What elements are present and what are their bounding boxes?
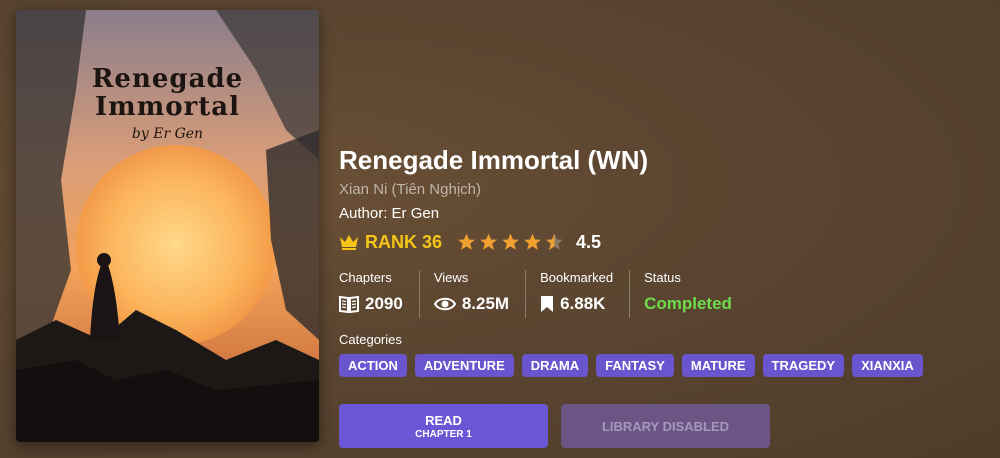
category-tag[interactable]: TRAGEDY (762, 354, 845, 377)
chapters-value: 2090 (365, 294, 403, 313)
crown-icon (340, 235, 358, 250)
novel-title: Renegade Immortal (WN) (339, 145, 649, 175)
rank-rating-row: RANK 36 4.5 (339, 228, 979, 256)
rank-badge: RANK 36 (339, 232, 442, 253)
categories-label: Categories (339, 332, 402, 347)
stat-status: Status Completed (644, 270, 748, 318)
views-value: 8.25M (461, 294, 510, 313)
category-tag[interactable]: DRAMA (521, 354, 589, 377)
star-icon (502, 233, 519, 250)
rank-label: RANK 36 (365, 231, 443, 252)
rating-value: 4.5 (576, 231, 602, 252)
stat-chapters: Chapters 2090 (339, 270, 420, 318)
stat-views: Views 8.25M (433, 270, 527, 318)
star-icon (480, 233, 497, 250)
bookmarked-value: 6.88K (560, 294, 606, 313)
category-tag[interactable]: ACTION (339, 354, 407, 377)
cover-title-line2: Immortal (95, 92, 240, 122)
chapters-label: Chapters (339, 270, 392, 285)
category-tag[interactable]: XIANXIA (852, 354, 923, 377)
cover-image[interactable]: Renegade Immortal by Er Gen (16, 10, 319, 442)
read-button[interactable]: READ CHAPTER 1 (339, 404, 548, 448)
novel-info: Renegade Immortal (WN) Xian Ni (Tiên Ngh… (339, 144, 979, 448)
status-label: Status (644, 270, 681, 285)
status-value: Completed (644, 294, 732, 313)
cover-title-line1: Renegade (91, 64, 244, 94)
category-tags: ACTION ADVENTURE DRAMA FANTASY MATURE TR… (339, 354, 979, 377)
library-button: LIBRARY DISABLED (561, 404, 770, 448)
book-icon (339, 295, 359, 313)
category-tag[interactable]: ADVENTURE (414, 354, 514, 377)
author-link[interactable]: Author: Er Gen (339, 204, 979, 224)
alt-title: Xian Ni (Tiên Nghịch) (339, 181, 481, 198)
half-star-icon (546, 233, 563, 250)
action-buttons: READ CHAPTER 1 LIBRARY DISABLED (339, 404, 979, 448)
cover-author: by Er Gen (131, 126, 204, 142)
star-icon (458, 233, 475, 250)
read-label: READ (425, 412, 462, 428)
bookmark-icon (541, 296, 554, 312)
stats-row: Chapters 2090 Views 8.25M Bookmarked 6.8… (339, 270, 979, 318)
views-label: Views (433, 270, 469, 285)
eye-icon (433, 297, 456, 311)
star-icon (524, 233, 541, 250)
read-sub-label: CHAPTER 1 (415, 428, 472, 440)
bookmarked-label: Bookmarked (540, 270, 614, 285)
category-tag[interactable]: MATURE (681, 354, 755, 377)
category-tag[interactable]: FANTASY (596, 354, 674, 377)
stat-bookmarked: Bookmarked 6.88K (540, 270, 631, 318)
rating-stars (456, 232, 566, 252)
